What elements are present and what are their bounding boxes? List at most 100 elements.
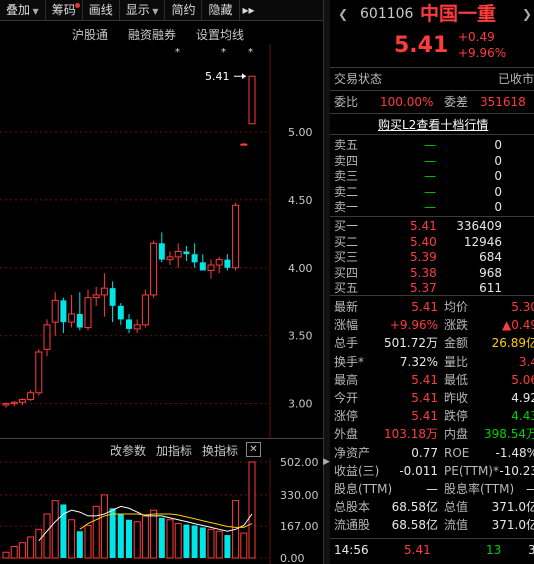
candle-body <box>43 324 51 350</box>
stat-label: 股息率(TTM) <box>444 482 515 496</box>
volume-bar <box>215 530 223 559</box>
stock-name: 中国一重 <box>420 3 497 25</box>
stat-value: 103.18万 <box>384 427 438 442</box>
candle-body <box>215 259 223 266</box>
candle-body <box>166 256 174 261</box>
level-label: 买一 <box>334 219 359 233</box>
prev-stock-icon[interactable]: ❮ <box>338 3 348 25</box>
level-price: — <box>424 169 436 183</box>
stats-row: 总股本 68.58亿 总值 371.0亿 <box>330 498 534 516</box>
level-volume: 12946 <box>463 234 502 249</box>
stats-row: 收益(三) -0.011 PE(TTM)*-10.23 <box>330 462 534 480</box>
draw-line-button[interactable]: 画线 <box>83 0 120 20</box>
volume-bar <box>35 528 43 559</box>
hide-label: 隐藏 <box>208 3 233 17</box>
overlay-button[interactable]: 叠加 ▼ <box>0 0 46 20</box>
level-price: 5.40 <box>410 234 437 249</box>
chips-button[interactable]: 筹码 <box>46 0 83 20</box>
candle-body <box>109 288 116 306</box>
candle-body <box>240 143 248 146</box>
order-ratio-row: 委比 100.00% 委差 351618 <box>334 95 526 109</box>
display-label: 显示 <box>125 3 150 17</box>
sell-level-row[interactable]: 卖一 — 0 <box>330 199 534 215</box>
level-volume: 684 <box>479 250 502 264</box>
stat-value: — <box>526 480 534 498</box>
level-price: — <box>424 153 436 168</box>
hide-button[interactable]: 隐藏 <box>202 0 240 20</box>
set-ma-button[interactable]: 设置均线 <box>196 26 244 43</box>
edit-params-button[interactable]: 改参数 <box>110 442 146 459</box>
buy-level-row[interactable]: 买四 5.38 968 <box>330 265 534 281</box>
stats-row: 股息(TTM) — 股息率(TTM) — <box>330 480 534 498</box>
volume-bar <box>18 542 26 559</box>
quote-header: ❮ 601106 中国一重 ❯ <box>330 3 534 25</box>
candle-body <box>18 399 26 403</box>
level-label: 买三 <box>334 250 359 264</box>
stats-row: 涨停 5.41 跌停 4.43 <box>330 407 534 425</box>
stat-label: ROE <box>444 445 470 460</box>
display-button[interactable]: 显示 ▼ <box>120 0 166 20</box>
buy-level-row[interactable]: 买一 5.41 336409 <box>330 218 534 234</box>
candle-body <box>117 305 124 320</box>
stat-label: 均价 <box>444 300 469 314</box>
price-change: +0.49 <box>458 30 495 44</box>
chart-subbar: 沪股通 融资融券 设置均线 <box>0 26 323 42</box>
candlestick-chart[interactable]: 5.00 4.50 4.00 3.50 3.00 * * * 5.41 <box>0 44 323 438</box>
hk-connect-tag[interactable]: 沪股通 <box>72 26 108 43</box>
stat-label: 今开 <box>334 391 359 405</box>
candle-body <box>150 242 158 296</box>
level-price: 5.39 <box>410 250 437 264</box>
level-price: 5.41 <box>410 219 437 233</box>
stat-value: 371.0亿 <box>491 518 534 533</box>
tick-time: 14:56 <box>334 543 369 557</box>
stat-value: 4.92 <box>511 391 534 405</box>
stats-row: 净资产 0.77 ROE -1.48% <box>330 444 534 462</box>
sell-level-row[interactable]: 卖二 — 0 <box>330 184 534 200</box>
volume-bar <box>207 528 215 559</box>
sell-level-row[interactable]: 卖三 — 0 <box>330 168 534 184</box>
marker-icon: * <box>175 47 180 58</box>
stat-label: 股息(TTM) <box>334 482 393 496</box>
l2-upgrade-link[interactable]: 购买L2查看十档行情 <box>378 116 488 133</box>
candle-body <box>183 251 190 255</box>
volume-bar <box>199 527 206 558</box>
volume-bar <box>166 519 174 559</box>
candle-body <box>232 204 240 269</box>
indicator-bar: 改参数 加指标 换指标 ✕ <box>0 438 323 459</box>
volume-bar <box>174 523 182 559</box>
close-icon[interactable]: ✕ <box>246 442 261 457</box>
candle-body <box>68 313 76 323</box>
buy-level-row[interactable]: 买二 5.40 12946 <box>330 234 534 250</box>
sell-level-row[interactable]: 卖四 — 0 <box>330 153 534 169</box>
stats-row: 今开 5.41 昨收 4.92 <box>330 389 534 407</box>
tick-extra: 3 <box>528 543 534 557</box>
level-volume: 968 <box>479 265 502 280</box>
more-icon[interactable]: ▸▸ <box>240 0 258 20</box>
next-stock-icon[interactable]: ❯ <box>522 3 532 25</box>
stat-label: 收益(三) <box>334 463 380 478</box>
margin-trading-tag[interactable]: 融资融券 <box>128 26 176 43</box>
stat-value: -1.48% <box>495 445 534 460</box>
sell-level-row[interactable]: 卖五 — 0 <box>330 137 534 153</box>
level-volume: 611 <box>479 281 502 295</box>
candle-body <box>224 259 231 268</box>
y-tick-label: 4.00 <box>288 262 313 275</box>
stats-row: 流通股 68.58亿 流值 371.0亿 <box>330 516 534 534</box>
simple-mode-label: 简约 <box>171 3 196 17</box>
buy-level-row[interactable]: 买五 5.37 611 <box>330 280 534 296</box>
simple-mode-button[interactable]: 简约 <box>165 0 203 20</box>
stat-label: 涨幅 <box>334 318 359 333</box>
switch-indicator-button[interactable]: 换指标 <box>202 442 238 459</box>
volume-chart[interactable]: 502.00 330.00 167.00 0.00 <box>0 458 323 564</box>
buy-level-row[interactable]: 买三 5.39 684 <box>330 249 534 265</box>
collapse-arrow-icon[interactable]: ▶ <box>323 455 330 469</box>
candle-body <box>199 262 206 271</box>
level-volume: 0 <box>494 200 502 214</box>
stat-value: 5.06 <box>511 372 534 387</box>
stat-label: 净资产 <box>334 445 371 460</box>
marker-icon: * <box>221 47 226 58</box>
add-indicator-button[interactable]: 加指标 <box>156 442 192 459</box>
volume-bar <box>43 513 51 559</box>
candle-body <box>141 294 149 326</box>
stat-label: 换手* <box>334 354 365 369</box>
